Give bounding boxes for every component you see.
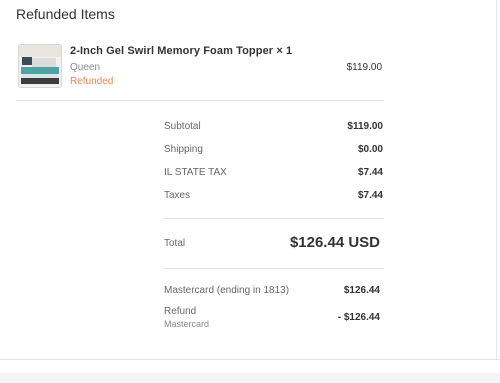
total-label: Total: [164, 238, 186, 249]
card-bottom-border: [0, 359, 500, 360]
refund-label: Refund: [164, 306, 197, 317]
shipping-label: Shipping: [164, 144, 203, 155]
taxes-label: Taxes: [164, 190, 191, 201]
divider: [164, 268, 384, 269]
shipping-value: $0.00: [357, 144, 383, 155]
cost-summary: Subtotal $119.00 Shipping $0.00 IL STATE…: [164, 121, 384, 213]
subtotal-label: Subtotal: [164, 121, 201, 132]
payment-method-label: Mastercard (ending in 1813): [164, 285, 290, 296]
subtotal-value: $119.00: [347, 121, 383, 132]
refunded-items-card: Refunded Items 2-Inch Gel Swirl Memory F…: [0, 0, 497, 359]
total-value: $126.44 USD: [289, 234, 380, 251]
divider: [164, 218, 384, 219]
item-refund-status: Refunded: [70, 76, 114, 87]
state-tax-label: IL STATE TAX: [164, 167, 227, 178]
state-tax-value: $7.44: [357, 167, 383, 178]
payment-amount: $126.44: [343, 285, 380, 296]
item-variant: Queen: [70, 62, 101, 73]
mattress-topper-photo-icon: [18, 44, 62, 88]
subtotal-row: Subtotal $119.00: [164, 121, 384, 144]
item-price: $119.00: [346, 62, 382, 73]
divider: [16, 100, 384, 101]
page-background-band: [0, 373, 500, 383]
item-name: 2-Inch Gel Swirl Memory Foam Topper × 1: [70, 45, 293, 57]
taxes-value: $7.44: [357, 190, 383, 201]
refunded-line-item: 2-Inch Gel Swirl Memory Foam Topper × 1 …: [16, 44, 384, 92]
refund-method-label: Mastercard: [164, 319, 210, 329]
section-title: Refunded Items: [16, 6, 115, 22]
shipping-row: Shipping $0.00: [164, 144, 384, 167]
refund-amount: - $126.44: [337, 312, 380, 323]
state-tax-row: IL STATE TAX $7.44: [164, 167, 384, 190]
taxes-row: Taxes $7.44: [164, 190, 384, 213]
